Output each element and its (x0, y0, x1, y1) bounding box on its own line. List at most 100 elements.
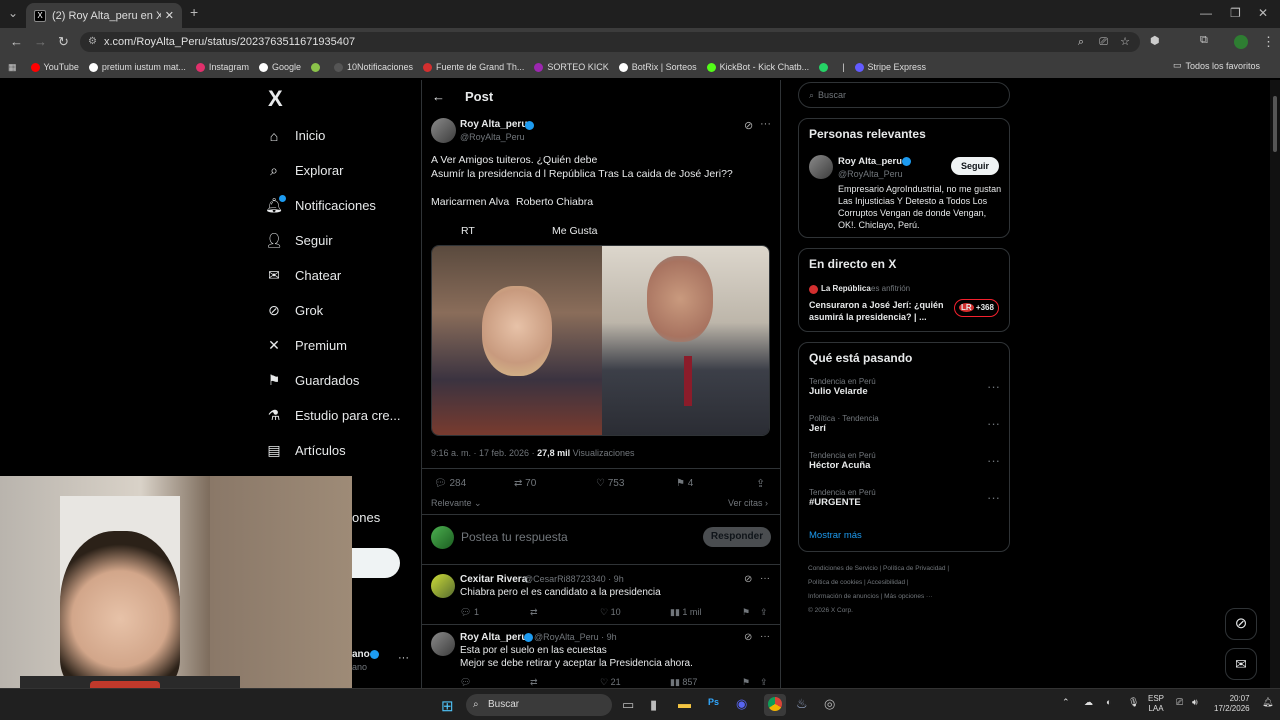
discord-icon[interactable]: ◉ (736, 696, 747, 712)
follow-button[interactable]: Seguir (951, 157, 1000, 175)
trend-item[interactable]: Tendencia en Perú #URGENTE (809, 488, 876, 508)
back-icon[interactable]: ← (10, 34, 23, 49)
reply-handle[interactable]: @RoyAlta_Peru · 9h (534, 632, 617, 642)
grok-float-button[interactable]: ⊘ (1225, 608, 1257, 640)
rel-name[interactable]: Roy Alta_peru (838, 156, 902, 167)
bookmark-whatsapp[interactable] (819, 62, 832, 72)
scroll-thumb[interactable] (1273, 96, 1277, 152)
chrome-taskbar-button[interactable] (764, 694, 786, 716)
all-bookmarks[interactable]: ▭ Todos los favoritos (1173, 60, 1260, 71)
trend-more-icon[interactable]: ··· (987, 416, 1000, 431)
reply-share-icon[interactable]: ⇪ (760, 677, 768, 688)
account-menu-icon[interactable]: ··· (398, 652, 409, 664)
minimize-icon[interactable]: — (1200, 6, 1212, 20)
share-icon[interactable]: ⇪ (756, 477, 765, 490)
bookmark-kickbot[interactable]: KickBot - Kick Chatb... (706, 62, 809, 72)
restore-icon[interactable]: ❐ (1230, 6, 1241, 20)
bookmark-google[interactable]: Google (258, 62, 301, 72)
reply-bookmark-icon[interactable]: ⚑ (742, 677, 750, 688)
grok-icon[interactable]: ⊘ (744, 119, 753, 132)
reply-repost[interactable]: ⇄ (530, 677, 538, 688)
start-icon[interactable]: ⊞ (441, 697, 454, 715)
bookmark-stripe[interactable]: Stripe Express (854, 62, 926, 72)
notification-bell-icon[interactable]: 🔔︎ (1262, 697, 1273, 708)
apps-icon[interactable]: ▦ (8, 62, 17, 73)
grok-icon[interactable]: ⊘ (744, 632, 752, 643)
forward-icon[interactable]: → (34, 34, 47, 49)
reply-author[interactable]: Cexitar Rivera (460, 574, 527, 585)
trend-item[interactable]: Política · Tendencia Jerí (809, 414, 879, 434)
messages-float-button[interactable]: ✉ (1225, 648, 1257, 680)
bookmark-star-icon[interactable]: ☆ (1120, 32, 1130, 52)
install-icon[interactable]: ⎚ (1099, 32, 1108, 52)
new-tab-icon[interactable]: + (190, 4, 198, 20)
puzzle-icon[interactable]: ⧉ (1200, 34, 1208, 47)
app-icon[interactable]: ▮ (650, 697, 657, 713)
search-input[interactable]: ⌕ Buscar (798, 82, 1010, 108)
nav-home[interactable]: ⌂ Inicio (265, 118, 415, 153)
nav-articles[interactable]: ▤ Artículos (265, 433, 415, 468)
bookmark-instagram[interactable]: Instagram (195, 62, 249, 72)
x-logo-icon[interactable]: X (268, 86, 415, 111)
back-arrow-icon[interactable]: ← (432, 89, 445, 104)
more-options-icon[interactable]: ··· (760, 573, 770, 584)
nav-premium[interactable]: ✕ Premium (265, 328, 415, 363)
bookmark-icon-only[interactable] (310, 62, 324, 72)
account-name-partial[interactable]: ano (352, 649, 370, 660)
more-options-icon[interactable]: ··· (760, 118, 771, 130)
reply-avatar[interactable] (431, 632, 455, 656)
post-button[interactable] (352, 548, 400, 578)
nav-bookmarks[interactable]: ⚑ Guardados (265, 363, 415, 398)
more-options-icon[interactable]: ··· (760, 631, 770, 642)
reply-input[interactable]: Postea tu respuesta (461, 530, 568, 544)
clock[interactable]: 20:07 17/2/2026 (1214, 694, 1250, 714)
bookmark-pretium[interactable]: pretium iustum mat... (88, 62, 186, 72)
sort-relevance[interactable]: Relevante ⌄ (431, 498, 482, 509)
grok-icon[interactable]: ⊘ (744, 574, 752, 585)
tray-chevron-icon[interactable]: ⌃ (1062, 697, 1070, 708)
bookmark-count[interactable]: ⚑ 4 (676, 478, 693, 489)
app-icon[interactable]: ◎ (824, 696, 835, 712)
reload-icon[interactable]: ↻ (58, 34, 69, 50)
reply-share-icon[interactable]: ⇪ (760, 607, 768, 618)
mic-icon[interactable]: 🎙︎ (1128, 697, 1139, 708)
extensions-icon[interactable]: ⬢ (1150, 34, 1160, 47)
bookmark-sorteo-kick[interactable]: SORTEO KICK (534, 62, 609, 72)
rel-avatar[interactable] (809, 155, 833, 179)
show-more-link[interactable]: Mostrar más (809, 530, 862, 541)
photoshop-icon[interactable]: Ps (708, 697, 719, 707)
trend-more-icon[interactable]: ··· (987, 490, 1000, 505)
trend-more-icon[interactable]: ··· (987, 453, 1000, 468)
tray-icon[interactable]: ☁ (1084, 697, 1093, 708)
site-info-icon[interactable]: ⚙ (88, 32, 97, 52)
network-icon[interactable]: ⎚ (1176, 697, 1183, 708)
trend-more-icon[interactable]: ··· (987, 379, 1000, 394)
window-close-icon[interactable]: ✕ (1258, 6, 1268, 20)
reply-replies[interactable]: 💬︎ (460, 677, 471, 688)
nav-grok[interactable]: ⊘ Grok (265, 293, 415, 328)
bookmark-10notificaciones[interactable]: 10Notificaciones (333, 62, 413, 72)
tray-icon[interactable]: ◐ (1106, 697, 1111, 707)
reply-views[interactable]: ▮▮ 1 mil (670, 607, 701, 618)
language-indicator[interactable]: ESP LAA (1148, 694, 1164, 714)
nav-explore[interactable]: ⌕ Explorar (265, 153, 415, 188)
reply-replies[interactable]: 💬︎ 1 (460, 607, 479, 618)
volume-icon[interactable]: 🔊︎ (1192, 697, 1198, 708)
author-handle[interactable]: @RoyAlta_Peru (460, 132, 525, 142)
zoom-icon[interactable]: ⌕ (1078, 32, 1084, 52)
profile-avatar[interactable] (1234, 35, 1248, 49)
reply-bookmark-icon[interactable]: ⚑ (742, 607, 750, 618)
nav-more-partial[interactable]: ones (352, 510, 380, 525)
bookmark-grand-theft[interactable]: Fuente de Grand Th... (423, 62, 524, 72)
tab-close-icon[interactable]: ✕ (165, 9, 174, 22)
nav-follow[interactable]: 👤︎ Seguir (265, 223, 415, 258)
file-explorer-icon[interactable]: ▬ (678, 696, 691, 711)
reply-views[interactable]: ▮▮ 857 (670, 677, 697, 688)
steam-icon[interactable]: ♨ (796, 696, 808, 712)
browser-tab[interactable]: X (2) Roy Alta_peru en X: "A Ver A ✕ (26, 3, 182, 28)
bookmark-youtube[interactable]: YouTube (30, 62, 79, 72)
reply-handle[interactable]: @CesarRi88723340 · 9h (524, 574, 624, 584)
menu-icon[interactable]: ⋮ (1262, 34, 1275, 50)
reply-likes[interactable]: ♡ 21 (600, 677, 621, 688)
taskbar-search[interactable]: ⌕ Buscar (466, 694, 612, 716)
